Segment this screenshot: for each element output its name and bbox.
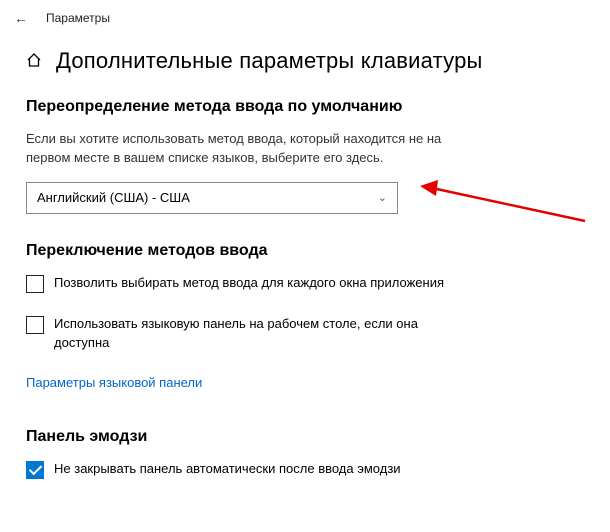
checkbox-per-window[interactable] bbox=[26, 275, 44, 293]
section-title-emoji: Панель эмодзи bbox=[26, 428, 584, 446]
checkbox-row-language-bar: Использовать языковую панель на рабочем … bbox=[26, 315, 446, 353]
chevron-down-icon: ⌄ bbox=[378, 191, 387, 204]
checkbox-row-per-window: Позволить выбирать метод ввода для каждо… bbox=[26, 274, 446, 293]
content-area: Дополнительные параметры клавиатуры Пере… bbox=[0, 32, 610, 479]
checkbox-language-bar[interactable] bbox=[26, 316, 44, 334]
checkbox-label-per-window: Позволить выбирать метод ввода для каждо… bbox=[54, 274, 444, 293]
language-bar-settings-link[interactable]: Параметры языковой панели bbox=[26, 375, 202, 390]
section-default-method: Переопределение метода ввода по умолчани… bbox=[26, 98, 584, 214]
checkbox-label-emoji-autoclose: Не закрывать панель автоматически после … bbox=[54, 460, 401, 479]
section-emoji: Панель эмодзи Не закрывать панель автома… bbox=[26, 428, 584, 479]
input-method-dropdown[interactable]: Английский (США) - США ⌄ bbox=[26, 182, 398, 214]
home-icon[interactable] bbox=[26, 52, 42, 73]
titlebar: ← Параметры bbox=[0, 0, 610, 32]
header-row: Дополнительные параметры клавиатуры bbox=[26, 48, 584, 74]
section-description-default: Если вы хотите использовать метод ввода,… bbox=[26, 130, 446, 168]
page-title: Дополнительные параметры клавиатуры bbox=[56, 48, 483, 74]
checkbox-emoji-autoclose[interactable] bbox=[26, 461, 44, 479]
titlebar-text: Параметры bbox=[46, 11, 110, 25]
checkbox-row-emoji-autoclose: Не закрывать панель автоматически после … bbox=[26, 460, 446, 479]
back-icon[interactable]: ← bbox=[14, 10, 28, 26]
section-title-default: Переопределение метода ввода по умолчани… bbox=[26, 98, 584, 116]
section-title-switching: Переключение методов ввода bbox=[26, 242, 584, 260]
section-switching: Переключение методов ввода Позволить выб… bbox=[26, 242, 584, 419]
dropdown-value: Английский (США) - США bbox=[37, 190, 190, 205]
checkbox-label-language-bar: Использовать языковую панель на рабочем … bbox=[54, 315, 446, 353]
